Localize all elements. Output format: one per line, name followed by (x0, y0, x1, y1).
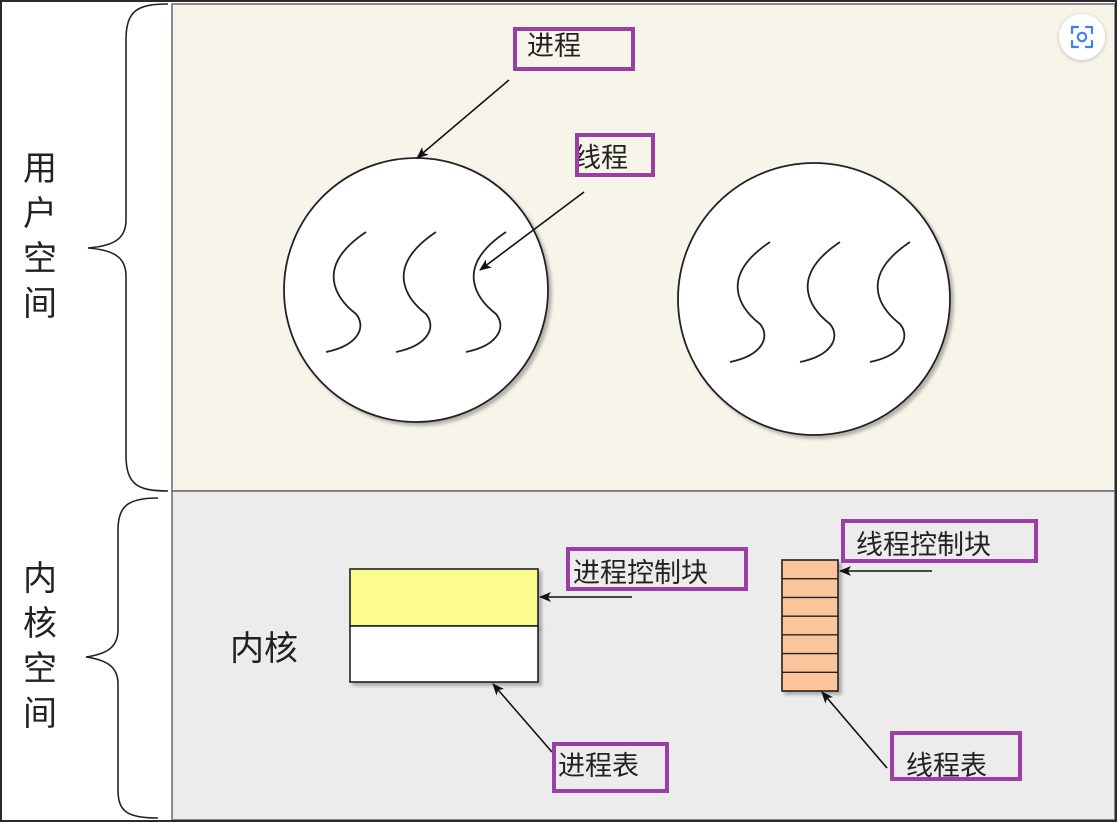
thread-control-block-label: 线程控制块 (856, 530, 991, 561)
thread-label: 线程 (574, 143, 628, 174)
thread-table (781, 559, 839, 692)
user-space-brace (87, 3, 169, 492)
diagram-canvas: 用户空间 内核空间 内核 进程 线程 进程控制块 线程控制块 进程表 线程表 (23, 3, 1116, 821)
thread-model-diagram: 用户空间 内核空间 内核 进程 线程 进程控制块 线程控制块 进程表 线程表 (0, 0, 1117, 822)
thread-table-body (781, 559, 839, 692)
kernel-label: 内核 (230, 629, 298, 669)
kernel-space-label: 内核空间 (23, 559, 57, 734)
image-scan-button[interactable] (1059, 14, 1105, 60)
process-table-top-cell (349, 568, 539, 627)
process-circle-2 (677, 162, 951, 436)
process-control-block-label: 进程控制块 (573, 558, 708, 589)
process-label: 进程 (527, 31, 581, 62)
image-scan-icon (1070, 25, 1094, 49)
process-circle-1 (283, 157, 549, 423)
kernel-space-brace (85, 497, 159, 819)
process-table-label: 进程表 (558, 751, 639, 782)
user-space-label: 用户空间 (23, 149, 57, 324)
process-table-bottom-cell (349, 625, 539, 683)
